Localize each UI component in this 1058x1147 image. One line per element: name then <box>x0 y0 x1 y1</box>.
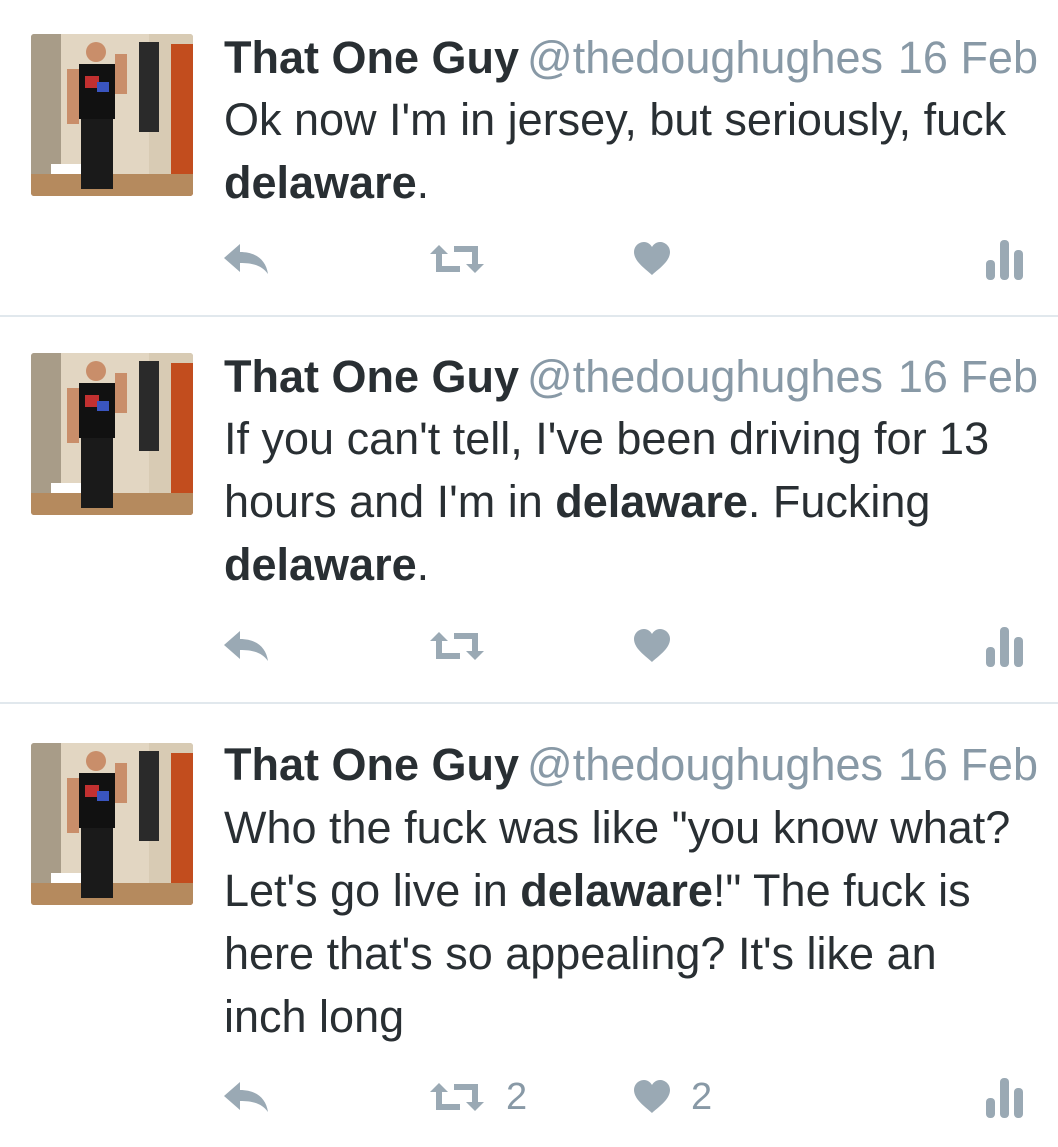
tweet-header: That One Guy @thedoughughes 16 Feb <box>224 349 1038 405</box>
analytics-button[interactable] <box>985 1072 1025 1122</box>
bold-keyword: delaware <box>555 476 748 527</box>
tweet-text: Ok now I'm in jersey, but seriously, fuc… <box>224 88 1024 214</box>
like-count: 2 <box>691 1075 713 1118</box>
avatar-photo <box>31 353 193 515</box>
tweet[interactable]: That One Guy @thedoughughes 16 Feb Who th… <box>0 706 1058 1147</box>
retweet-count: 2 <box>506 1075 528 1118</box>
avatar[interactable] <box>31 743 193 905</box>
text-segment: Ok now I'm in jersey, but seriously, fuc… <box>224 94 1007 145</box>
retweet-icon <box>430 1083 484 1111</box>
tweet-actions: 2 2 <box>0 1072 1058 1122</box>
tweet-text: Who the fuck was like "you know what? Le… <box>224 796 1024 1048</box>
reply-button[interactable] <box>222 234 270 284</box>
tweet[interactable]: That One Guy @thedoughughes 16 Feb Ok now… <box>0 0 1058 317</box>
avatar-photo <box>31 34 193 196</box>
like-button[interactable] <box>633 234 691 284</box>
tweet-date[interactable]: 16 Feb <box>898 30 1038 86</box>
bold-keyword: delaware <box>224 157 417 208</box>
analytics-button[interactable] <box>985 621 1025 671</box>
like-button[interactable]: 2 <box>633 1072 712 1122</box>
bold-keyword: delaware <box>224 539 417 590</box>
analytics-button[interactable] <box>985 234 1025 284</box>
tweet-date[interactable]: 16 Feb <box>898 349 1038 405</box>
avatar-photo <box>31 743 193 905</box>
bold-keyword: delaware <box>520 865 713 916</box>
reply-button[interactable] <box>222 1072 270 1122</box>
tweet-actions <box>0 621 1058 671</box>
retweet-icon <box>430 245 484 273</box>
heart-icon <box>634 629 670 662</box>
author-name[interactable]: That One Guy <box>224 739 519 790</box>
reply-icon <box>224 244 268 274</box>
reply-icon <box>224 631 268 661</box>
tweet-date[interactable]: 16 Feb <box>898 737 1038 793</box>
tweet-header: That One Guy @thedoughughes 16 Feb <box>224 30 1038 86</box>
author-handle[interactable]: @thedoughughes <box>527 351 883 402</box>
retweet-button[interactable] <box>428 234 506 284</box>
analytics-icon <box>986 1078 1023 1118</box>
retweet-button[interactable]: 2 <box>428 1072 527 1122</box>
text-segment: . <box>416 157 430 208</box>
author-name[interactable]: That One Guy <box>224 32 519 83</box>
reply-icon <box>224 1082 268 1112</box>
author-name[interactable]: That One Guy <box>224 351 519 402</box>
tweet-header: That One Guy @thedoughughes 16 Feb <box>224 737 1038 793</box>
reply-button[interactable] <box>222 621 270 671</box>
author-handle[interactable]: @thedoughughes <box>527 739 883 790</box>
text-segment: . <box>416 539 430 590</box>
avatar[interactable] <box>31 34 193 196</box>
tweet[interactable]: That One Guy @thedoughughes 16 Feb If you… <box>0 319 1058 704</box>
retweet-icon <box>430 632 484 660</box>
tweet-actions <box>0 234 1058 284</box>
like-button[interactable] <box>633 621 691 671</box>
retweet-button[interactable] <box>428 621 506 671</box>
analytics-icon <box>986 627 1023 667</box>
avatar[interactable] <box>31 353 193 515</box>
analytics-icon <box>986 240 1023 280</box>
heart-icon <box>634 242 670 275</box>
author-handle[interactable]: @thedoughughes <box>527 32 883 83</box>
heart-icon <box>634 1080 670 1113</box>
text-segment: . Fucking <box>747 476 931 527</box>
tweet-text: If you can't tell, I've been driving for… <box>224 407 1024 596</box>
